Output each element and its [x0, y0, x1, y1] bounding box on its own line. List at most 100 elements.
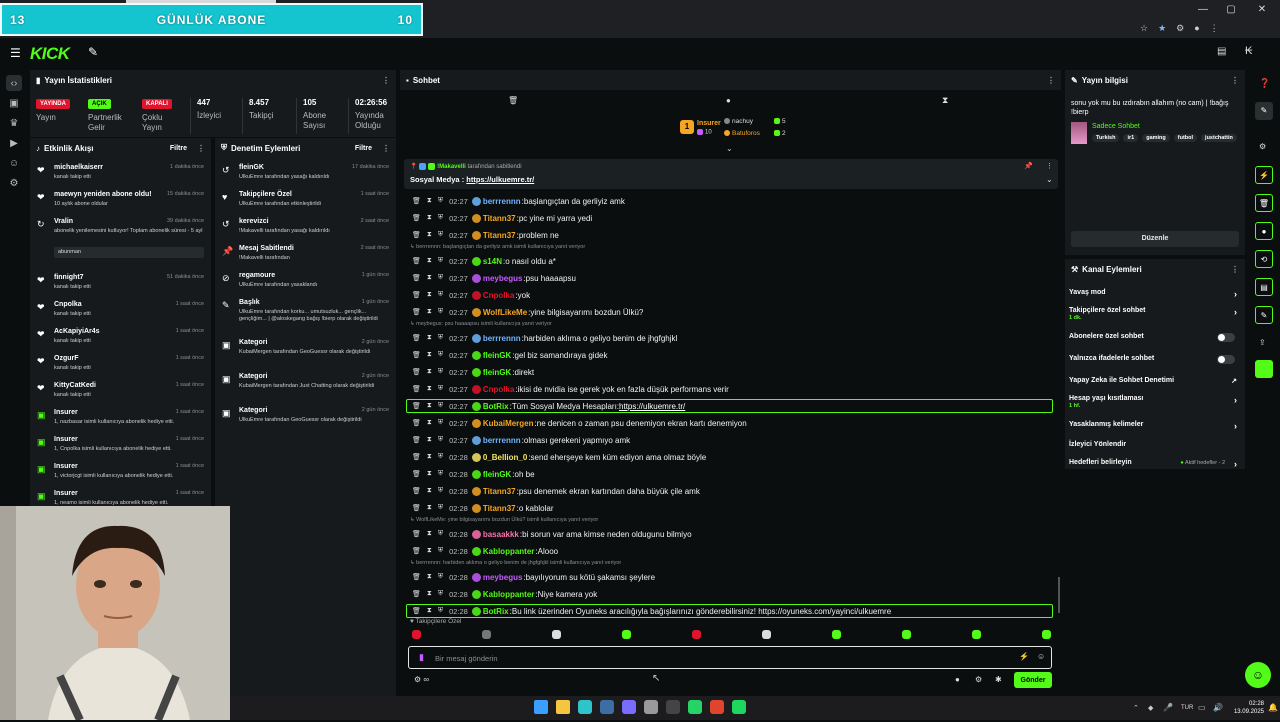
magic-icon[interactable]: ⚡ — [1019, 652, 1029, 661]
message-username[interactable]: basaakkk — [483, 530, 519, 539]
timeout-icon[interactable]: ⧗ — [427, 231, 432, 239]
ban-icon[interactable]: ⛨ — [438, 368, 443, 376]
message-username[interactable]: fleinGK — [483, 368, 511, 377]
delete-message-icon[interactable]: 🗑 — [412, 419, 421, 427]
activity-menu-icon[interactable]: ⋮ — [197, 144, 205, 153]
bolt-rail-icon[interactable]: ⚡ — [1255, 166, 1273, 184]
emote-icon[interactable] — [762, 630, 771, 639]
chat-message[interactable]: 🗑 ⧗ ⛨ 02:27 Cnpolka: ikisi de nvidia ise ger… — [412, 382, 729, 396]
delete-message-icon[interactable]: 🗑 — [412, 607, 421, 615]
expand-gifters-icon[interactable]: ⌄ — [726, 144, 733, 153]
delete-message-icon[interactable]: 🗑 — [412, 530, 421, 538]
message-link[interactable]: https://ulkuemre.tr/ — [619, 402, 685, 411]
chat-menu-icon[interactable]: ⋮ — [1047, 76, 1055, 85]
activity-user[interactable]: OzgurF — [54, 355, 79, 362]
channel-action-row[interactable]: Hesap yaşı kısıtlaması 1 hf. › — [1069, 395, 1239, 409]
chat-message[interactable]: 🗑 ⧗ ⛨ 02:27 s14N: o nasıl oldu a* — [412, 254, 556, 268]
trash-icon[interactable]: 🗑 — [508, 96, 518, 105]
timeout-icon[interactable]: ⧗ — [427, 590, 432, 598]
message-username[interactable]: meybegus — [483, 573, 523, 582]
activity-filter-button[interactable]: Filtre — [170, 145, 187, 152]
ban-icon[interactable]: ⛨ — [438, 419, 443, 427]
chat-message[interactable]: 🗑 ⧗ ⛨ 02:27 BotRix: Tüm Sosyal Medya Hesapla… — [406, 399, 1053, 413]
delete-message-icon[interactable]: 🗑 — [412, 453, 421, 461]
timeout-icon[interactable]: ⧗ — [427, 470, 432, 478]
message-username[interactable]: BotRix — [483, 607, 509, 616]
maximize-icon[interactable]: ▢ — [1217, 0, 1245, 18]
clock[interactable]: 02:28 13.09.2025 — [1224, 700, 1264, 716]
reply-context[interactable]: ↳ berrrennn: başlangıçtan da gerliyiz am… — [410, 244, 585, 250]
ban-icon[interactable]: ⛨ — [438, 231, 443, 239]
channel-action-row[interactable]: Yasaklanmış kelimeler › — [1069, 421, 1239, 431]
delete-message-icon[interactable]: 🗑 — [412, 368, 421, 376]
channel-action-row[interactable]: Takipçilere özel sohbet 1 dk. › — [1069, 307, 1239, 321]
delete-message-icon[interactable]: 🗑 — [412, 590, 421, 598]
emote-icon[interactable] — [412, 630, 421, 639]
hourglass-icon[interactable]: ⧗ — [942, 95, 948, 106]
actions-menu-icon[interactable]: ⋮ — [1231, 265, 1239, 274]
windows-start-icon[interactable] — [534, 700, 548, 714]
home-icon[interactable]: ▣ — [6, 95, 22, 111]
stream-tag[interactable]: justchattin — [1201, 134, 1237, 142]
ban-icon[interactable]: ⛨ — [438, 436, 443, 444]
channel-action-row[interactable]: İzleyici Yönlendir — [1069, 441, 1239, 448]
message-username[interactable]: Kabloppanter — [483, 590, 535, 599]
message-username[interactable]: Titann37 — [483, 231, 516, 240]
timeout-icon[interactable]: ⧗ — [427, 504, 432, 512]
network-icon[interactable]: ▭ — [1198, 703, 1206, 712]
profile-icon[interactable]: ● — [1194, 23, 1199, 33]
delete-message-icon[interactable]: 🗑 — [412, 573, 421, 581]
chat-scrollbar[interactable] — [1058, 577, 1060, 613]
emote-icon[interactable] — [482, 630, 491, 639]
chat-message[interactable]: 🗑 ⧗ ⛨ 02:27 Titann37: problem ne — [412, 228, 559, 242]
reply-context[interactable]: ↳ meybegus: psu haaaapsu isimli kullanıc… — [410, 321, 552, 327]
steam-icon[interactable] — [600, 700, 614, 714]
language-indicator[interactable]: TUR — [1181, 705, 1193, 711]
chat-message[interactable]: 🗑 ⧗ ⛨ 02:28 BotRix: Bu link üzerinden Oyunek… — [406, 604, 1053, 618]
delete-message-icon[interactable]: 🗑 — [412, 231, 421, 239]
ban-icon[interactable]: ⛨ — [438, 197, 443, 205]
channel-action-row[interactable]: Hedefleri belirleyin ● Aktif hedefler - 2… — [1069, 459, 1239, 469]
chat-message[interactable]: 🗑 ⧗ ⛨ 02:27 Titann37: pc yine mi yarra yedi — [412, 211, 592, 225]
modlog-filter-button[interactable]: Filtre — [355, 145, 372, 152]
activity-user[interactable]: Insurer — [54, 409, 78, 416]
video-icon[interactable]: ▶ — [6, 135, 22, 151]
info-menu-icon[interactable]: ⋮ — [1231, 76, 1239, 85]
gifter-3[interactable]: Batuforos — [724, 130, 760, 137]
chat-bubbles-icon[interactable]: ● — [955, 675, 960, 684]
kick-logo[interactable]: KICK — [30, 44, 70, 64]
bookmark-icon[interactable]: ☆ — [1140, 23, 1148, 34]
timeout-icon[interactable]: ⧗ — [427, 214, 432, 222]
kick-k-icon[interactable]: ₭ — [1245, 45, 1252, 57]
emote-icon[interactable] — [972, 630, 981, 639]
pinned-link[interactable]: https://ulkuemre.tr/ — [466, 175, 534, 184]
timeout-icon[interactable]: ⧗ — [427, 334, 432, 342]
chat-message[interactable]: 🗑 ⧗ ⛨ 02:27 KubaiMergen: ne denicen o zaman … — [412, 416, 747, 430]
message-rail-icon[interactable]: ● — [1255, 222, 1273, 240]
file-explorer-icon[interactable] — [556, 700, 570, 714]
help-icon[interactable]: ❓ — [1259, 78, 1270, 89]
delete-message-icon[interactable]: 🗑 — [412, 308, 421, 316]
timeout-icon[interactable]: ⧗ — [427, 351, 432, 359]
ban-icon[interactable]: ⛨ — [438, 607, 443, 615]
modlog-target[interactable]: kerevizci — [239, 218, 269, 225]
ban-icon[interactable]: ⛨ — [438, 214, 443, 222]
timeout-icon[interactable]: ⧗ — [427, 453, 432, 461]
message-username[interactable]: Titann37 — [483, 487, 516, 496]
timeout-icon[interactable]: ⧗ — [427, 274, 432, 282]
chat-message[interactable]: 🗑 ⧗ ⛨ 02:27 berrrennn: olması gerekeni yapmı… — [412, 433, 630, 447]
stats-menu-icon[interactable]: ⋮ — [382, 76, 390, 85]
send-button[interactable]: Gönder — [1014, 672, 1052, 688]
edge-icon[interactable] — [578, 700, 592, 714]
stream-tag[interactable]: futbol — [1173, 134, 1198, 142]
message-username[interactable]: s14N — [483, 257, 502, 266]
stream-tag[interactable]: ir1 — [1123, 134, 1139, 142]
message-username[interactable]: berrrennn — [483, 197, 521, 206]
message-username[interactable]: Titann37 — [483, 504, 516, 513]
ban-icon[interactable]: ⛨ — [438, 257, 443, 265]
ban-icon[interactable]: ⛨ — [438, 274, 443, 282]
modlog-target[interactable]: regamoure — [239, 272, 275, 279]
ban-icon[interactable]: ⛨ — [438, 530, 443, 538]
chat-message[interactable]: 🗑 ⧗ ⛨ 02:27 Cnpolka: yok — [412, 288, 530, 302]
emote-icon[interactable] — [832, 630, 841, 639]
